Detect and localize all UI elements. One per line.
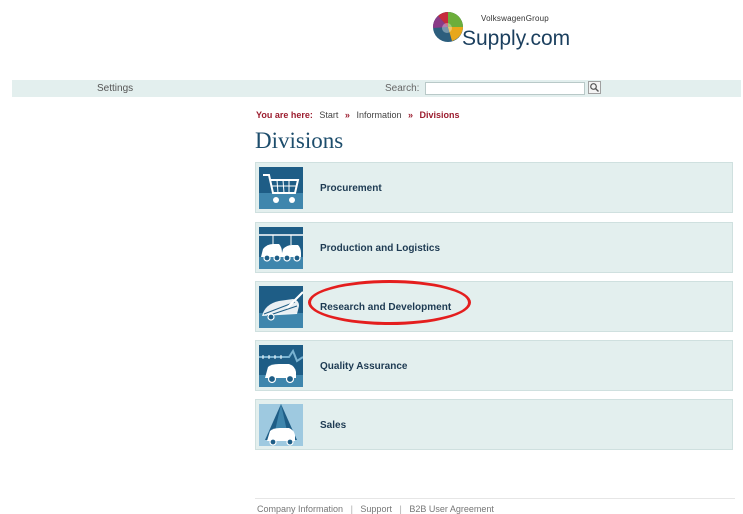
page-title: Divisions	[255, 128, 344, 153]
breadcrumb-prefix: You are here:	[256, 110, 313, 120]
division-research-development[interactable]: Research and Development	[255, 281, 733, 332]
division-label: Research and Development	[320, 302, 452, 313]
division-label: Production and Logistics	[320, 243, 441, 254]
division-procurement[interactable]: Procurement	[255, 162, 733, 213]
top-bar: Settings Search:	[12, 80, 741, 97]
footer-divider	[255, 498, 735, 499]
logo-small-text: VolkswagenGroup	[481, 14, 549, 23]
footer-company-information[interactable]: Company Information	[257, 504, 343, 514]
division-sales[interactable]: Sales	[255, 399, 733, 450]
breadcrumb-information[interactable]: Information	[356, 110, 401, 120]
division-label: Procurement	[320, 183, 382, 194]
search-icon	[590, 83, 599, 92]
breadcrumb-separator: »	[407, 110, 413, 120]
car-design-icon	[259, 286, 303, 328]
footer-support[interactable]: Support	[360, 504, 392, 514]
search-button[interactable]	[588, 81, 601, 94]
footer-b2b-agreement[interactable]: B2B User Agreement	[409, 504, 494, 514]
car-spotlight-icon	[259, 404, 303, 446]
division-label: Sales	[320, 420, 347, 431]
search-input[interactable]	[425, 82, 585, 95]
cars-conveyor-icon	[259, 227, 303, 269]
breadcrumb-start[interactable]: Start	[319, 110, 338, 120]
car-measure-icon	[259, 345, 303, 387]
division-quality-assurance[interactable]: Quality Assurance	[255, 340, 733, 391]
division-production-logistics[interactable]: Production and Logistics	[255, 222, 733, 273]
shopping-cart-icon	[259, 167, 303, 209]
breadcrumb-separator: »	[344, 110, 350, 120]
footer: Company Information | Support | B2B User…	[257, 504, 494, 514]
breadcrumb: You are here: Start » Information » Divi…	[256, 110, 460, 120]
footer-separator: |	[399, 504, 402, 514]
breadcrumb-current: Divisions	[419, 110, 460, 120]
division-label: Quality Assurance	[320, 361, 408, 372]
settings-link[interactable]: Settings	[97, 83, 133, 94]
search-label: Search:	[385, 83, 420, 94]
footer-separator: |	[350, 504, 353, 514]
logo-main-text: Supply.com	[462, 27, 571, 50]
